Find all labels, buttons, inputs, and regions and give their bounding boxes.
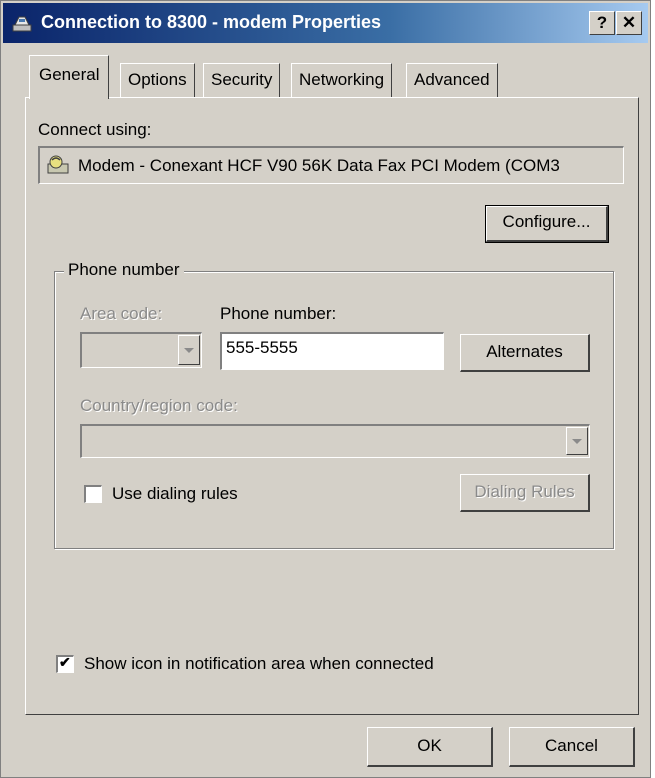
device-field[interactable]: Modem - Conexant HCF V90 56K Data Fax PC… bbox=[38, 146, 624, 184]
close-icon: ✕ bbox=[621, 13, 637, 32]
connect-using-label: Connect using: bbox=[38, 120, 152, 139]
dialing-rules-button[interactable]: Dialing Rules bbox=[460, 474, 590, 512]
area-code-dropdown-button[interactable] bbox=[178, 335, 200, 365]
chevron-down-icon bbox=[184, 348, 194, 353]
close-button[interactable]: ✕ bbox=[616, 11, 642, 35]
use-dialing-rules-checkbox[interactable] bbox=[84, 485, 102, 503]
tab-advanced[interactable]: Advanced bbox=[406, 63, 498, 97]
properties-window: Connection to 8300 - modem Properties ? … bbox=[0, 0, 651, 778]
area-code-select[interactable] bbox=[80, 332, 202, 368]
tab-security[interactable]: Security bbox=[203, 63, 281, 97]
country-dropdown-button[interactable] bbox=[566, 427, 588, 455]
network-connection-icon bbox=[11, 13, 35, 33]
checkmark-icon: ✔ bbox=[59, 654, 71, 670]
device-name: Modem - Conexant HCF V90 56K Data Fax PC… bbox=[78, 156, 560, 175]
window-title: Connection to 8300 - modem Properties bbox=[41, 12, 382, 32]
modem-icon bbox=[46, 154, 70, 181]
chevron-down-icon bbox=[572, 439, 582, 444]
alternates-button[interactable]: Alternates bbox=[460, 334, 590, 372]
area-code-label: Area code: bbox=[80, 304, 163, 323]
general-tab-panel: Connect using: Modem - Conexant HCF V90 … bbox=[25, 97, 639, 715]
tab-general[interactable]: General bbox=[29, 55, 110, 99]
phone-number-input[interactable]: 555-5555 bbox=[220, 332, 444, 370]
show-icon-label[interactable]: Show icon in notification area when conn… bbox=[84, 654, 434, 674]
tab-networking[interactable]: Networking bbox=[291, 63, 393, 97]
tab-options[interactable]: Options bbox=[120, 63, 195, 97]
configure-button[interactable]: Configure... bbox=[485, 205, 609, 243]
cancel-button[interactable]: Cancel bbox=[509, 727, 635, 767]
phone-number-label: Phone number: bbox=[220, 304, 337, 323]
country-region-label: Country/region code: bbox=[80, 396, 238, 415]
use-dialing-rules-label[interactable]: Use dialing rules bbox=[112, 484, 238, 504]
help-button[interactable]: ? bbox=[589, 11, 615, 35]
phone-number-group-label: Phone number bbox=[64, 260, 184, 280]
country-region-select[interactable] bbox=[80, 424, 590, 458]
phone-number-value: 555-5555 bbox=[226, 338, 298, 357]
show-icon-checkbox[interactable]: ✔ bbox=[56, 654, 74, 673]
title-bar[interactable]: Connection to 8300 - modem Properties ? … bbox=[3, 3, 648, 43]
ok-button[interactable]: OK bbox=[367, 727, 493, 767]
